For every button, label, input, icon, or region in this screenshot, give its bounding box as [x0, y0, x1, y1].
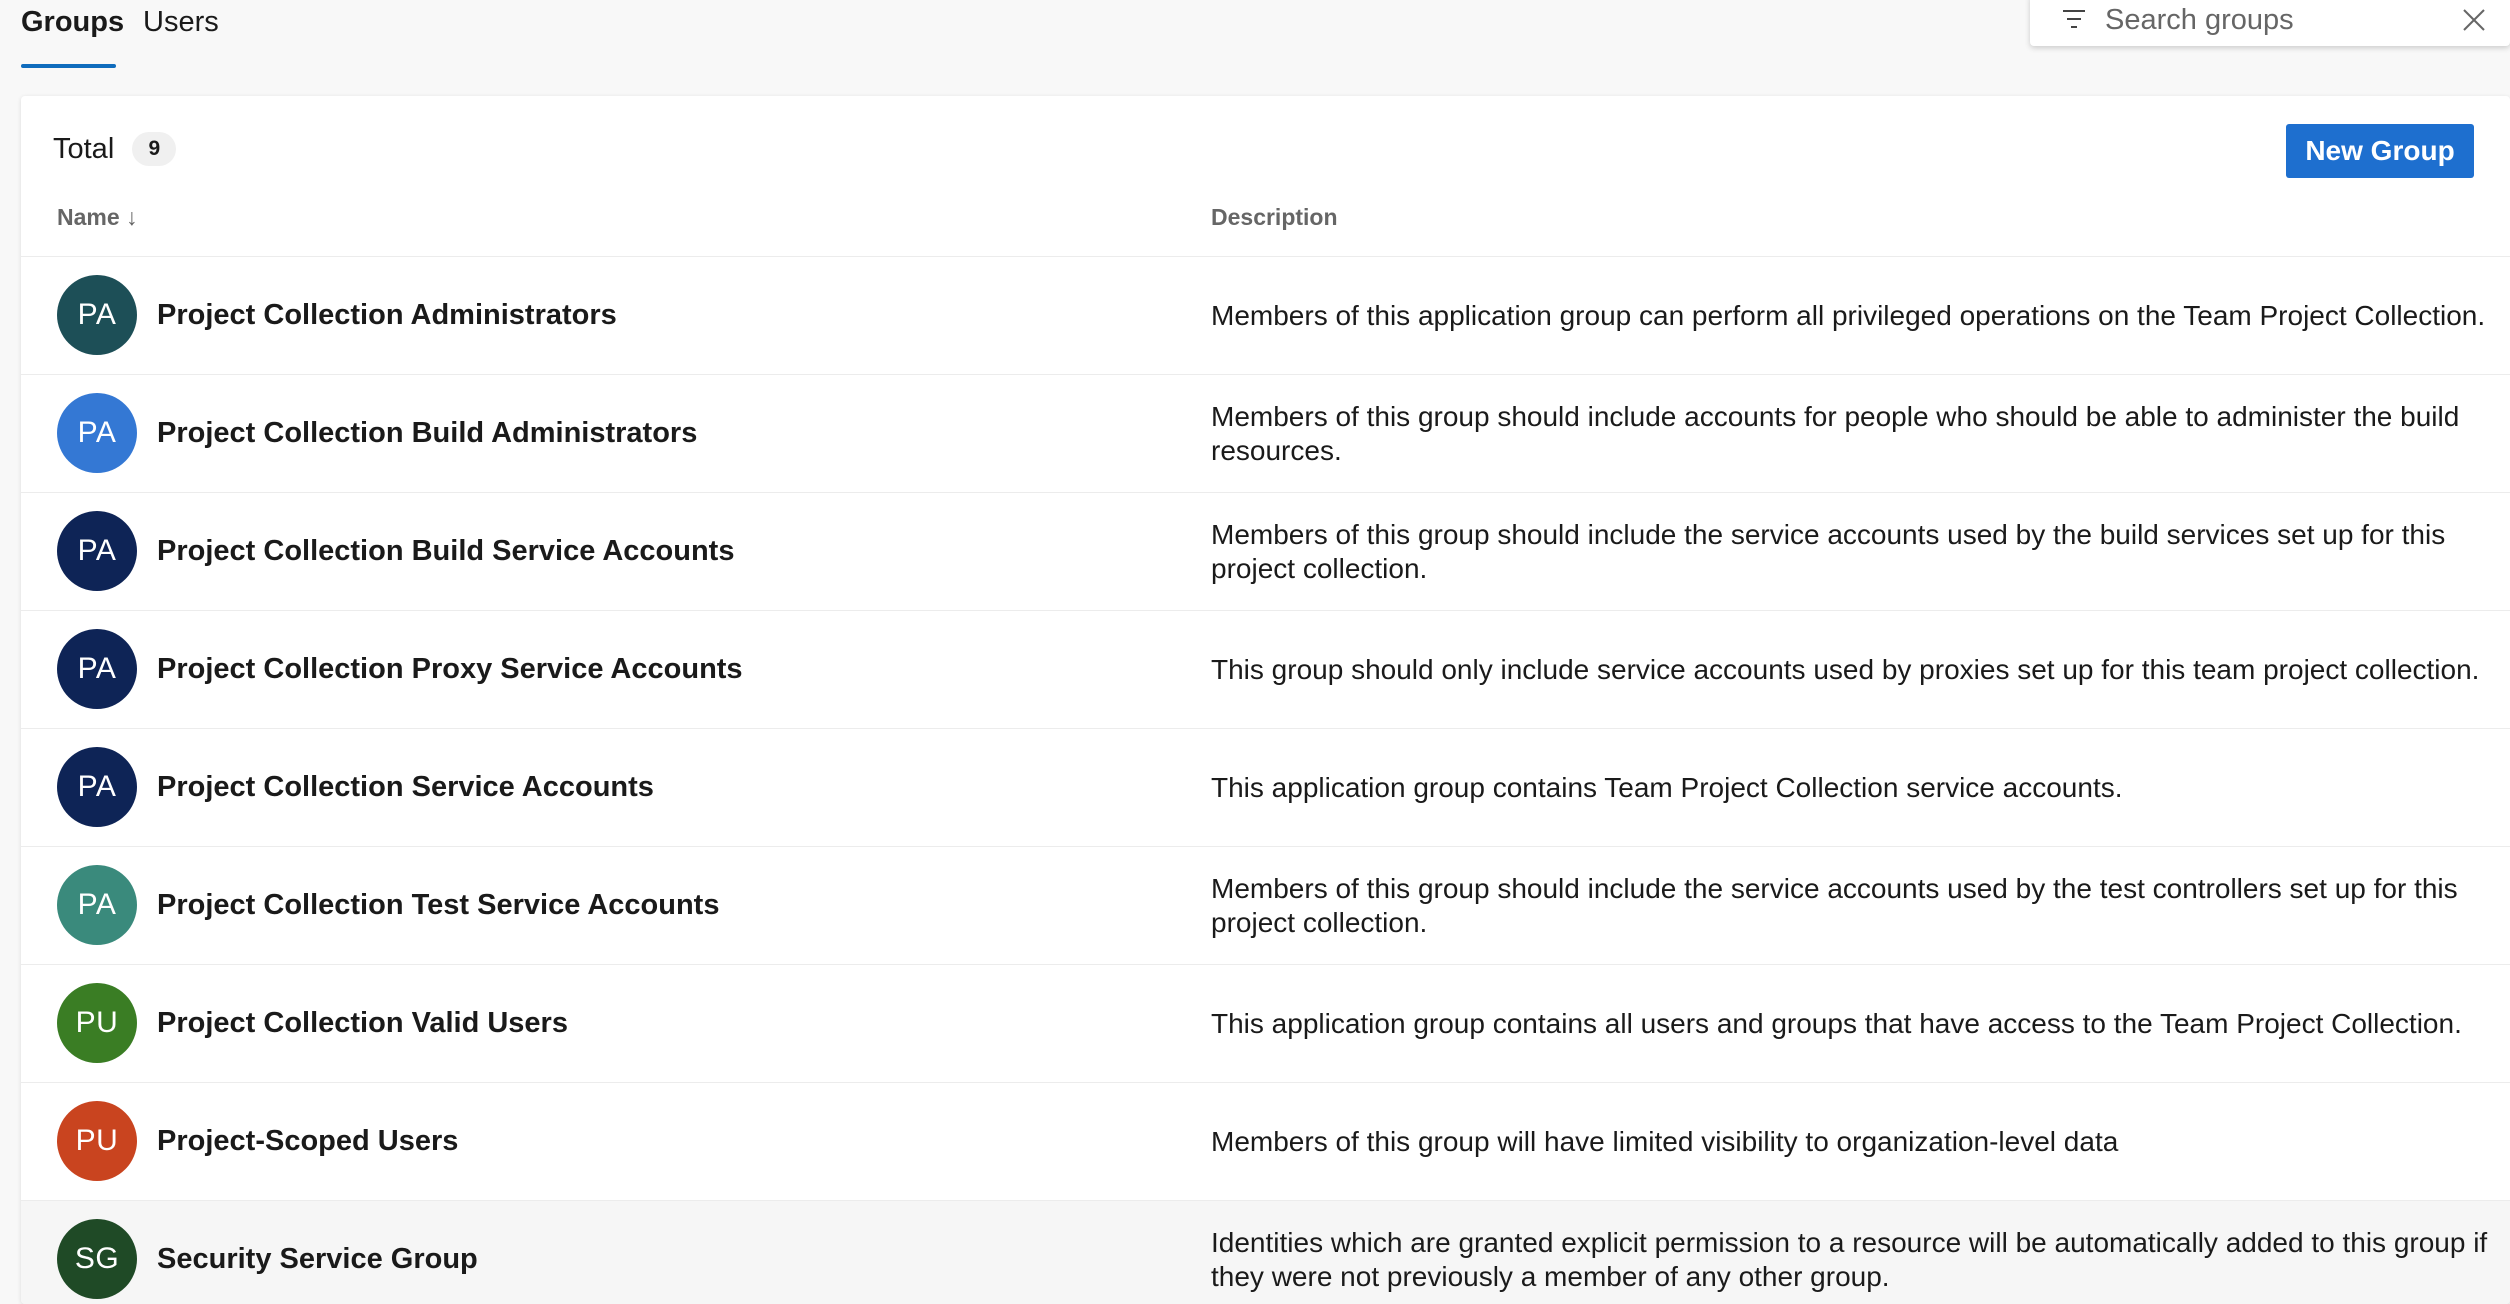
total-label: Total	[53, 133, 115, 166]
group-description: This application group contains all user…	[1211, 965, 2501, 1082]
table-row[interactable]: PA Project Collection Service Accounts Thi…	[21, 729, 2510, 847]
group-name[interactable]: Project Collection Build Service Account…	[157, 493, 734, 610]
group-description: Members of this group should include the…	[1211, 847, 2501, 964]
search-box[interactable]	[2030, 0, 2510, 46]
group-name[interactable]: Project Collection Build Administrators	[157, 375, 697, 492]
group-description: This group should only include service a…	[1211, 611, 2501, 728]
avatar: PA	[57, 865, 137, 945]
column-header-name[interactable]: Name ↓	[57, 202, 138, 232]
group-description: Members of this group will have limited …	[1211, 1083, 2501, 1200]
avatar: PU	[57, 1101, 137, 1181]
group-description: Identities which are granted explicit pe…	[1211, 1201, 2501, 1304]
avatar: PA	[57, 511, 137, 591]
table-row[interactable]: PA Project Collection Build Administrator…	[21, 375, 2510, 493]
group-description: Members of this group should include acc…	[1211, 375, 2501, 492]
group-description-text: This group should only include service a…	[1211, 653, 2480, 685]
table-row[interactable]: PA Project Collection Build Service Accou…	[21, 493, 2510, 611]
avatar: PA	[57, 629, 137, 709]
group-description-text: Members of this group should include the…	[1211, 518, 2446, 584]
group-name[interactable]: Project Collection Valid Users	[157, 965, 568, 1082]
group-description-text: Members of this application group can pe…	[1211, 299, 2486, 331]
avatar: PA	[57, 275, 137, 355]
total-count-badge: 9	[132, 132, 177, 167]
avatar: SG	[57, 1219, 137, 1299]
table-row[interactable]: PU Project Collection Valid Users This app…	[21, 965, 2510, 1083]
group-description-text: Members of this group will have limited …	[1211, 1125, 2119, 1157]
group-description-text: Members of this group should include acc…	[1211, 400, 2460, 466]
tab-selected-indicator	[21, 64, 116, 68]
top-bar: Groups Users	[0, 0, 2510, 76]
group-description: This application group contains Team Pro…	[1211, 729, 2501, 846]
avatar: PU	[57, 983, 137, 1063]
group-description-text: This application group contains all user…	[1211, 1007, 2462, 1039]
group-name[interactable]: Project Collection Proxy Service Account…	[157, 611, 743, 728]
search-input[interactable]	[2105, 0, 2435, 46]
column-header-description: Description	[1211, 204, 1338, 230]
group-name[interactable]: Project Collection Service Accounts	[157, 729, 654, 846]
table-row[interactable]: PA Project Collection Test Service Accoun…	[21, 847, 2510, 965]
filter-icon[interactable]	[2060, 6, 2088, 32]
group-description-text: This application group contains Team Pro…	[1211, 771, 2123, 803]
table-row[interactable]: PA Project Collection Administrators Membe…	[21, 257, 2510, 375]
table-row[interactable]: PA Project Collection Proxy Service Accou…	[21, 611, 2510, 729]
group-name[interactable]: Project Collection Administrators	[157, 257, 617, 374]
tab-users[interactable]: Users	[143, 0, 219, 48]
group-description: Members of this application group can pe…	[1211, 257, 2501, 374]
tab-groups[interactable]: Groups	[21, 0, 124, 48]
group-description-text: Members of this group should include the…	[1211, 872, 2458, 938]
group-name[interactable]: Security Service Group	[157, 1201, 478, 1304]
avatar: PA	[57, 747, 137, 827]
groups-card: Total 9 New Group Name ↓ Description PA P…	[21, 96, 2510, 1304]
avatar: PA	[57, 393, 137, 473]
group-description-text: Identities which are granted explicit pe…	[1211, 1226, 2488, 1292]
group-name[interactable]: Project Collection Test Service Accounts	[157, 847, 719, 964]
groups-table: PA Project Collection Administrators Membe…	[21, 257, 2510, 1304]
table-row[interactable]: SG Security Service Group Identities which…	[21, 1201, 2510, 1304]
table-row[interactable]: PU Project-Scoped Users Members of this gr…	[21, 1083, 2510, 1201]
group-description: Members of this group should include the…	[1211, 493, 2501, 610]
close-icon[interactable]	[2460, 6, 2488, 34]
new-group-button[interactable]: New Group	[2286, 124, 2474, 178]
group-name[interactable]: Project-Scoped Users	[157, 1083, 458, 1200]
total-summary: Total 9	[53, 126, 177, 171]
